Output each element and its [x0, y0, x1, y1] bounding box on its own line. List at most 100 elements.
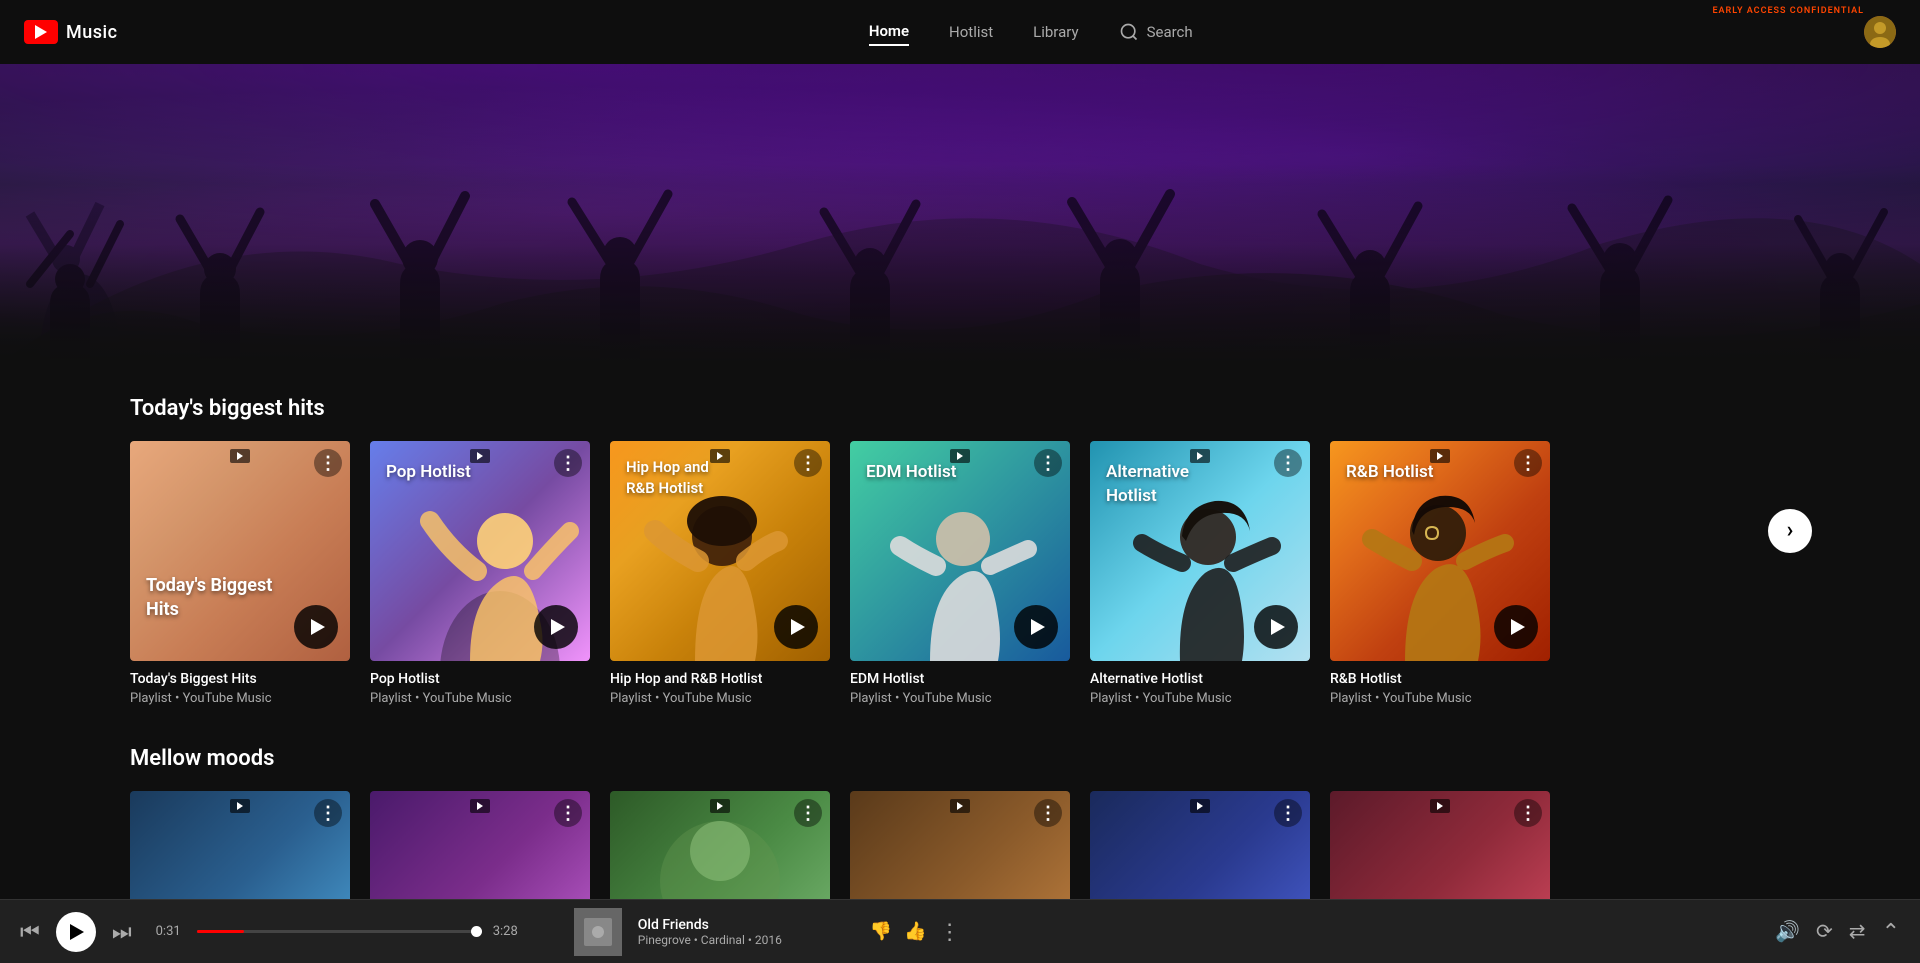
brand-name: Music: [66, 22, 118, 43]
cards-row-mellow-moods: ⋮ ⋮ ⋮: [130, 791, 1790, 899]
card-sub-5: Playlist • YouTube Music: [1090, 691, 1310, 706]
nav-hotlist[interactable]: Hotlist: [949, 19, 993, 45]
card-mellow-1[interactable]: ⋮: [130, 791, 350, 899]
cards-row-biggest-hits: Today's BiggestHits ⋮ Today's Biggest Hi…: [130, 441, 1790, 706]
card-yt-icon-5: [1190, 449, 1210, 463]
nav-right: [1864, 16, 1896, 48]
user-avatar[interactable]: [1864, 16, 1896, 48]
card-play-btn-6[interactable]: [1494, 605, 1538, 649]
skip-forward-button[interactable]: ⏭: [112, 919, 132, 945]
card-menu-6[interactable]: ⋮: [1514, 449, 1542, 477]
card-sub-4: Playlist • YouTube Music: [850, 691, 1070, 706]
card-edm-hotlist[interactable]: EDM Hotlist ⋮ EDM Hotlist Playlist • You…: [850, 441, 1070, 706]
card-yt-icon-mm2: [470, 799, 490, 813]
card-thumb-2: Pop Hotlist ⋮: [370, 441, 590, 661]
section-title-biggest-hits: Today's biggest hits: [130, 396, 1790, 421]
cards-wrapper-biggest-hits: Today's BiggestHits ⋮ Today's Biggest Hi…: [130, 441, 1790, 706]
card-thumb-mellow-5: ⋮: [1090, 791, 1310, 899]
card-thumb-mellow-4: ⋮: [850, 791, 1070, 899]
main-content: Today's biggest hits Today's BiggestHits…: [0, 64, 1920, 899]
card-sub-1: Playlist • YouTube Music: [130, 691, 350, 706]
shuffle-button[interactable]: ⇄: [1849, 919, 1866, 944]
progress-fill: [197, 930, 245, 933]
player-more-button[interactable]: ⋮: [939, 919, 961, 945]
total-time: 3:28: [493, 924, 518, 939]
card-play-btn-2[interactable]: [534, 605, 578, 649]
card-1-overlay-text: Today's BiggestHits: [146, 574, 272, 621]
play-button[interactable]: [56, 912, 96, 952]
progress-dot: [471, 926, 482, 937]
card-biggest-hits[interactable]: Today's BiggestHits ⋮ Today's Biggest Hi…: [130, 441, 350, 706]
card-menu-1[interactable]: ⋮: [314, 449, 342, 477]
thumbs-up-button[interactable]: 👍: [904, 921, 926, 942]
card-title-1: Today's Biggest Hits: [130, 671, 350, 687]
card-play-btn-5[interactable]: [1254, 605, 1298, 649]
crowd-area: [0, 164, 1920, 364]
section-mellow-moods: Mellow moods ⋮ ⋮: [0, 746, 1920, 899]
card-mellow-6[interactable]: ⋮: [1330, 791, 1550, 899]
card-play-btn-1[interactable]: [294, 605, 338, 649]
card-overlay-text-2: Pop Hotlist: [386, 461, 471, 485]
card-menu-2[interactable]: ⋮: [554, 449, 582, 477]
nav-links: Home Hotlist Library Search: [198, 18, 1865, 46]
player-song-title: Old Friends: [638, 917, 838, 933]
card-menu-5[interactable]: ⋮: [1274, 449, 1302, 477]
card-thumb-3: Hip Hop andR&B Hotlist ⋮: [610, 441, 830, 661]
card-play-btn-3[interactable]: [774, 605, 818, 649]
card-overlay-text-5: AlternativeHotlist: [1106, 461, 1189, 509]
search-label: Search: [1147, 23, 1193, 41]
nav-home[interactable]: Home: [869, 18, 909, 46]
card-yt-icon-2: [470, 449, 490, 463]
player: ⏮ ⏭ 0:31 3:28 Old Friends Pinegrove • Ca…: [0, 899, 1920, 963]
card-title-2: Pop Hotlist: [370, 671, 590, 687]
card-title-4: EDM Hotlist: [850, 671, 1070, 687]
repeat-button[interactable]: ⟳: [1816, 919, 1833, 944]
youtube-icon: [24, 20, 58, 44]
card-rnb-hotlist[interactable]: R&B Hotlist ⋮ R&B Hotlist Playlist • You…: [1330, 441, 1550, 706]
card-menu-3[interactable]: ⋮: [794, 449, 822, 477]
card-title-5: Alternative Hotlist: [1090, 671, 1310, 687]
card-mellow-2[interactable]: ⋮: [370, 791, 590, 899]
card-yt-icon-3: [710, 449, 730, 463]
card-overlay-text-3: Hip Hop andR&B Hotlist: [626, 457, 709, 499]
card-menu-4[interactable]: ⋮: [1034, 449, 1062, 477]
player-song-info: Old Friends Pinegrove • Cardinal • 2016: [638, 917, 838, 947]
card-mellow-5[interactable]: ⋮: [1090, 791, 1310, 899]
card-thumb-mellow-2: ⋮: [370, 791, 590, 899]
section-biggest-hits: Today's biggest hits Today's BiggestHits…: [0, 396, 1920, 706]
progress-bar[interactable]: [197, 930, 477, 933]
card-yt-icon-mm5: [1190, 799, 1210, 813]
expand-button[interactable]: ⌃: [1882, 919, 1900, 945]
card-alt-hotlist[interactable]: AlternativeHotlist ⋮ Alternative Hotlist…: [1090, 441, 1310, 706]
nav-library[interactable]: Library: [1033, 19, 1078, 45]
card-thumb-mellow-1: ⋮: [130, 791, 350, 899]
card-play-btn-4[interactable]: [1014, 605, 1058, 649]
album-art: [574, 908, 622, 956]
skip-back-button[interactable]: ⏮: [20, 919, 40, 945]
early-access-label: EARLY ACCESS CONFIDENTIAL: [1712, 6, 1864, 16]
card-menu-mm2[interactable]: ⋮: [554, 799, 582, 827]
nav-search[interactable]: Search: [1119, 22, 1193, 42]
player-song-sub: Pinegrove • Cardinal • 2016: [638, 933, 838, 947]
next-button-biggest-hits[interactable]: [1768, 509, 1812, 553]
card-menu-mm3[interactable]: ⋮: [794, 799, 822, 827]
card-thumb-6: R&B Hotlist ⋮: [1330, 441, 1550, 661]
card-pop-hotlist[interactable]: Pop Hotlist ⋮ Pop Hotlist Playlist • You…: [370, 441, 590, 706]
card-mellow-3[interactable]: ⋮: [610, 791, 830, 899]
card-yt-icon-mm1: [230, 799, 250, 813]
navigation: Music Home Hotlist Library Search EARLY …: [0, 0, 1920, 64]
card-overlay-text-4: EDM Hotlist: [866, 461, 956, 485]
logo[interactable]: Music: [24, 20, 118, 44]
card-mellow-4[interactable]: ⋮: [850, 791, 1070, 899]
card-yt-icon-mm3: [710, 799, 730, 813]
card-overlay-text-6: R&B Hotlist: [1346, 461, 1434, 485]
card-menu-mm6[interactable]: ⋮: [1514, 799, 1542, 827]
card-menu-mm4[interactable]: ⋮: [1034, 799, 1062, 827]
thumbs-down-button[interactable]: 👎: [870, 921, 892, 942]
card-menu-mm5[interactable]: ⋮: [1274, 799, 1302, 827]
card-menu-mm1[interactable]: ⋮: [314, 799, 342, 827]
card-thumb-mellow-6: ⋮: [1330, 791, 1550, 899]
volume-button[interactable]: 🔊: [1775, 919, 1800, 944]
player-thumbnail: [574, 908, 622, 956]
card-hiphop-hotlist[interactable]: Hip Hop andR&B Hotlist ⋮ Hip Hop and R&B…: [610, 441, 830, 706]
